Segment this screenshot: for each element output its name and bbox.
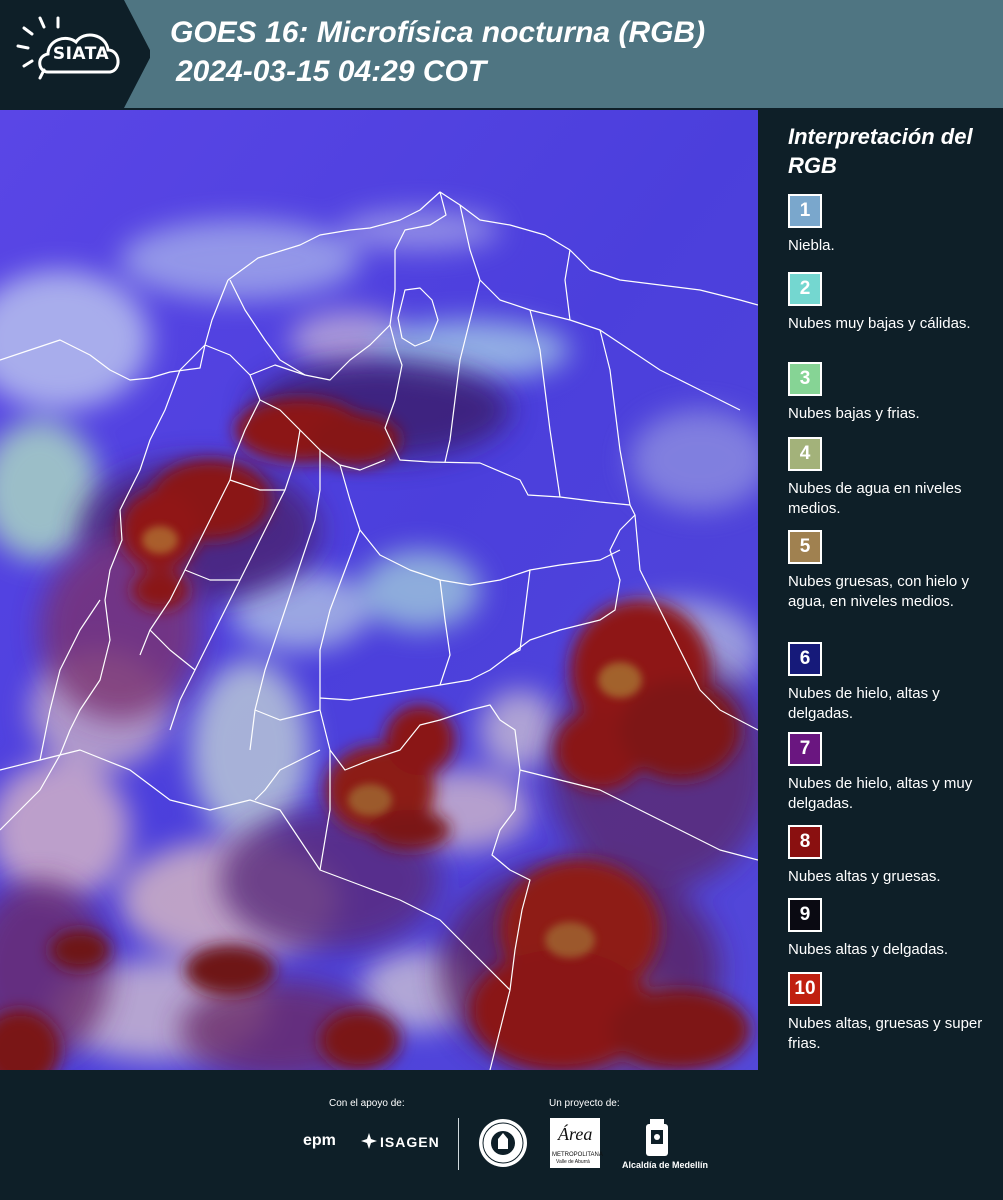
legend-label-5: Nubes gruesas, con hielo y agua, en nive… xyxy=(788,573,969,610)
legend-item-4: 4 Nubes de agua en niveles medios. xyxy=(788,437,993,519)
satellite-image xyxy=(0,110,758,1070)
legend-label-6: Nubes de hielo, altas y delgadas. xyxy=(788,685,940,722)
legend-label-10: Nubes altas, gruesas y super frias. xyxy=(788,1015,983,1052)
legend-swatch-9: 9 xyxy=(788,898,822,932)
legend-item-10: 10 Nubes altas, gruesas y super frias. xyxy=(788,972,993,1054)
project-label: Un proyecto de: xyxy=(549,1098,620,1109)
legend-label-1: Niebla. xyxy=(788,237,835,254)
legend-swatch-7: 7 xyxy=(788,732,822,766)
footer-sponsors: Con el apoyo de: Un proyecto de: epm ISA… xyxy=(0,1072,1003,1200)
page-title: GOES 16: Microfísica nocturna (RGB) xyxy=(170,16,706,49)
legend-swatch-2: 2 xyxy=(788,272,822,306)
satellite-rgb-map[interactable] xyxy=(0,110,758,1070)
page-timestamp: 2024-03-15 04:29 COT xyxy=(176,55,487,88)
legend-swatch-6: 6 xyxy=(788,642,822,676)
legend-item-8: 8 Nubes altas y gruesas. xyxy=(788,825,993,887)
legend-label-3: Nubes bajas y frias. xyxy=(788,405,920,422)
area-metropolitana-logo: Área METROPOLITANA Valle de Aburrá xyxy=(550,1118,603,1168)
legend-item-1: 1 Niebla. xyxy=(788,194,993,256)
university-seal-icon xyxy=(479,1119,527,1167)
legend-item-3: 3 Nubes bajas y frias. xyxy=(788,362,993,424)
legend-label-4: Nubes de agua en niveles medios. xyxy=(788,480,962,517)
epm-logo: epm xyxy=(303,1132,336,1149)
legend-swatch-3: 3 xyxy=(788,362,822,396)
siata-logo: SIATA xyxy=(0,0,150,108)
legend-swatch-1: 1 xyxy=(788,194,822,228)
legend-label-2: Nubes muy bajas y cálidas. xyxy=(788,315,971,332)
medellin-crest-icon xyxy=(646,1119,668,1156)
alcaldia-label: Alcaldía de Medellín xyxy=(622,1160,709,1170)
area-logo-subtitle: METROPOLITANA xyxy=(552,1152,603,1158)
legend-swatch-4: 4 xyxy=(788,437,822,471)
legend-item-6: 6 Nubes de hielo, altas y delgadas. xyxy=(788,642,993,724)
rgb-legend: Interpretación del RGB 1 Niebla. 2 Nubes… xyxy=(770,112,1000,1072)
isagen-logo: ISAGEN xyxy=(380,1134,440,1150)
legend-item-5: 5 Nubes gruesas, con hielo y agua, en ni… xyxy=(788,530,993,612)
legend-swatch-5: 5 xyxy=(788,530,822,564)
legend-item-7: 7 Nubes de hielo, altas y muy delgadas. xyxy=(788,732,993,814)
siata-logo-text: SIATA xyxy=(52,44,110,64)
legend-label-9: Nubes altas y delgadas. xyxy=(788,941,949,958)
legend-item-2: 2 Nubes muy bajas y cálidas. xyxy=(788,272,993,334)
legend-item-9: 9 Nubes altas y delgadas. xyxy=(788,898,993,960)
legend-title: Interpretación del RGB xyxy=(788,124,973,178)
area-logo-region: Valle de Aburrá xyxy=(556,1159,590,1165)
area-logo-title: Área xyxy=(558,1124,593,1144)
footer-divider xyxy=(458,1118,459,1170)
support-label: Con el apoyo de: xyxy=(329,1098,405,1109)
isagen-star-icon xyxy=(361,1133,377,1149)
legend-label-8: Nubes altas y gruesas. xyxy=(788,868,941,885)
legend-label-7: Nubes de hielo, altas y muy delgadas. xyxy=(788,775,973,812)
legend-swatch-10: 10 xyxy=(788,972,822,1006)
legend-swatch-8: 8 xyxy=(788,825,822,859)
header-bar: SIATA GOES 16: Microfísica nocturna (RGB… xyxy=(0,0,1003,108)
